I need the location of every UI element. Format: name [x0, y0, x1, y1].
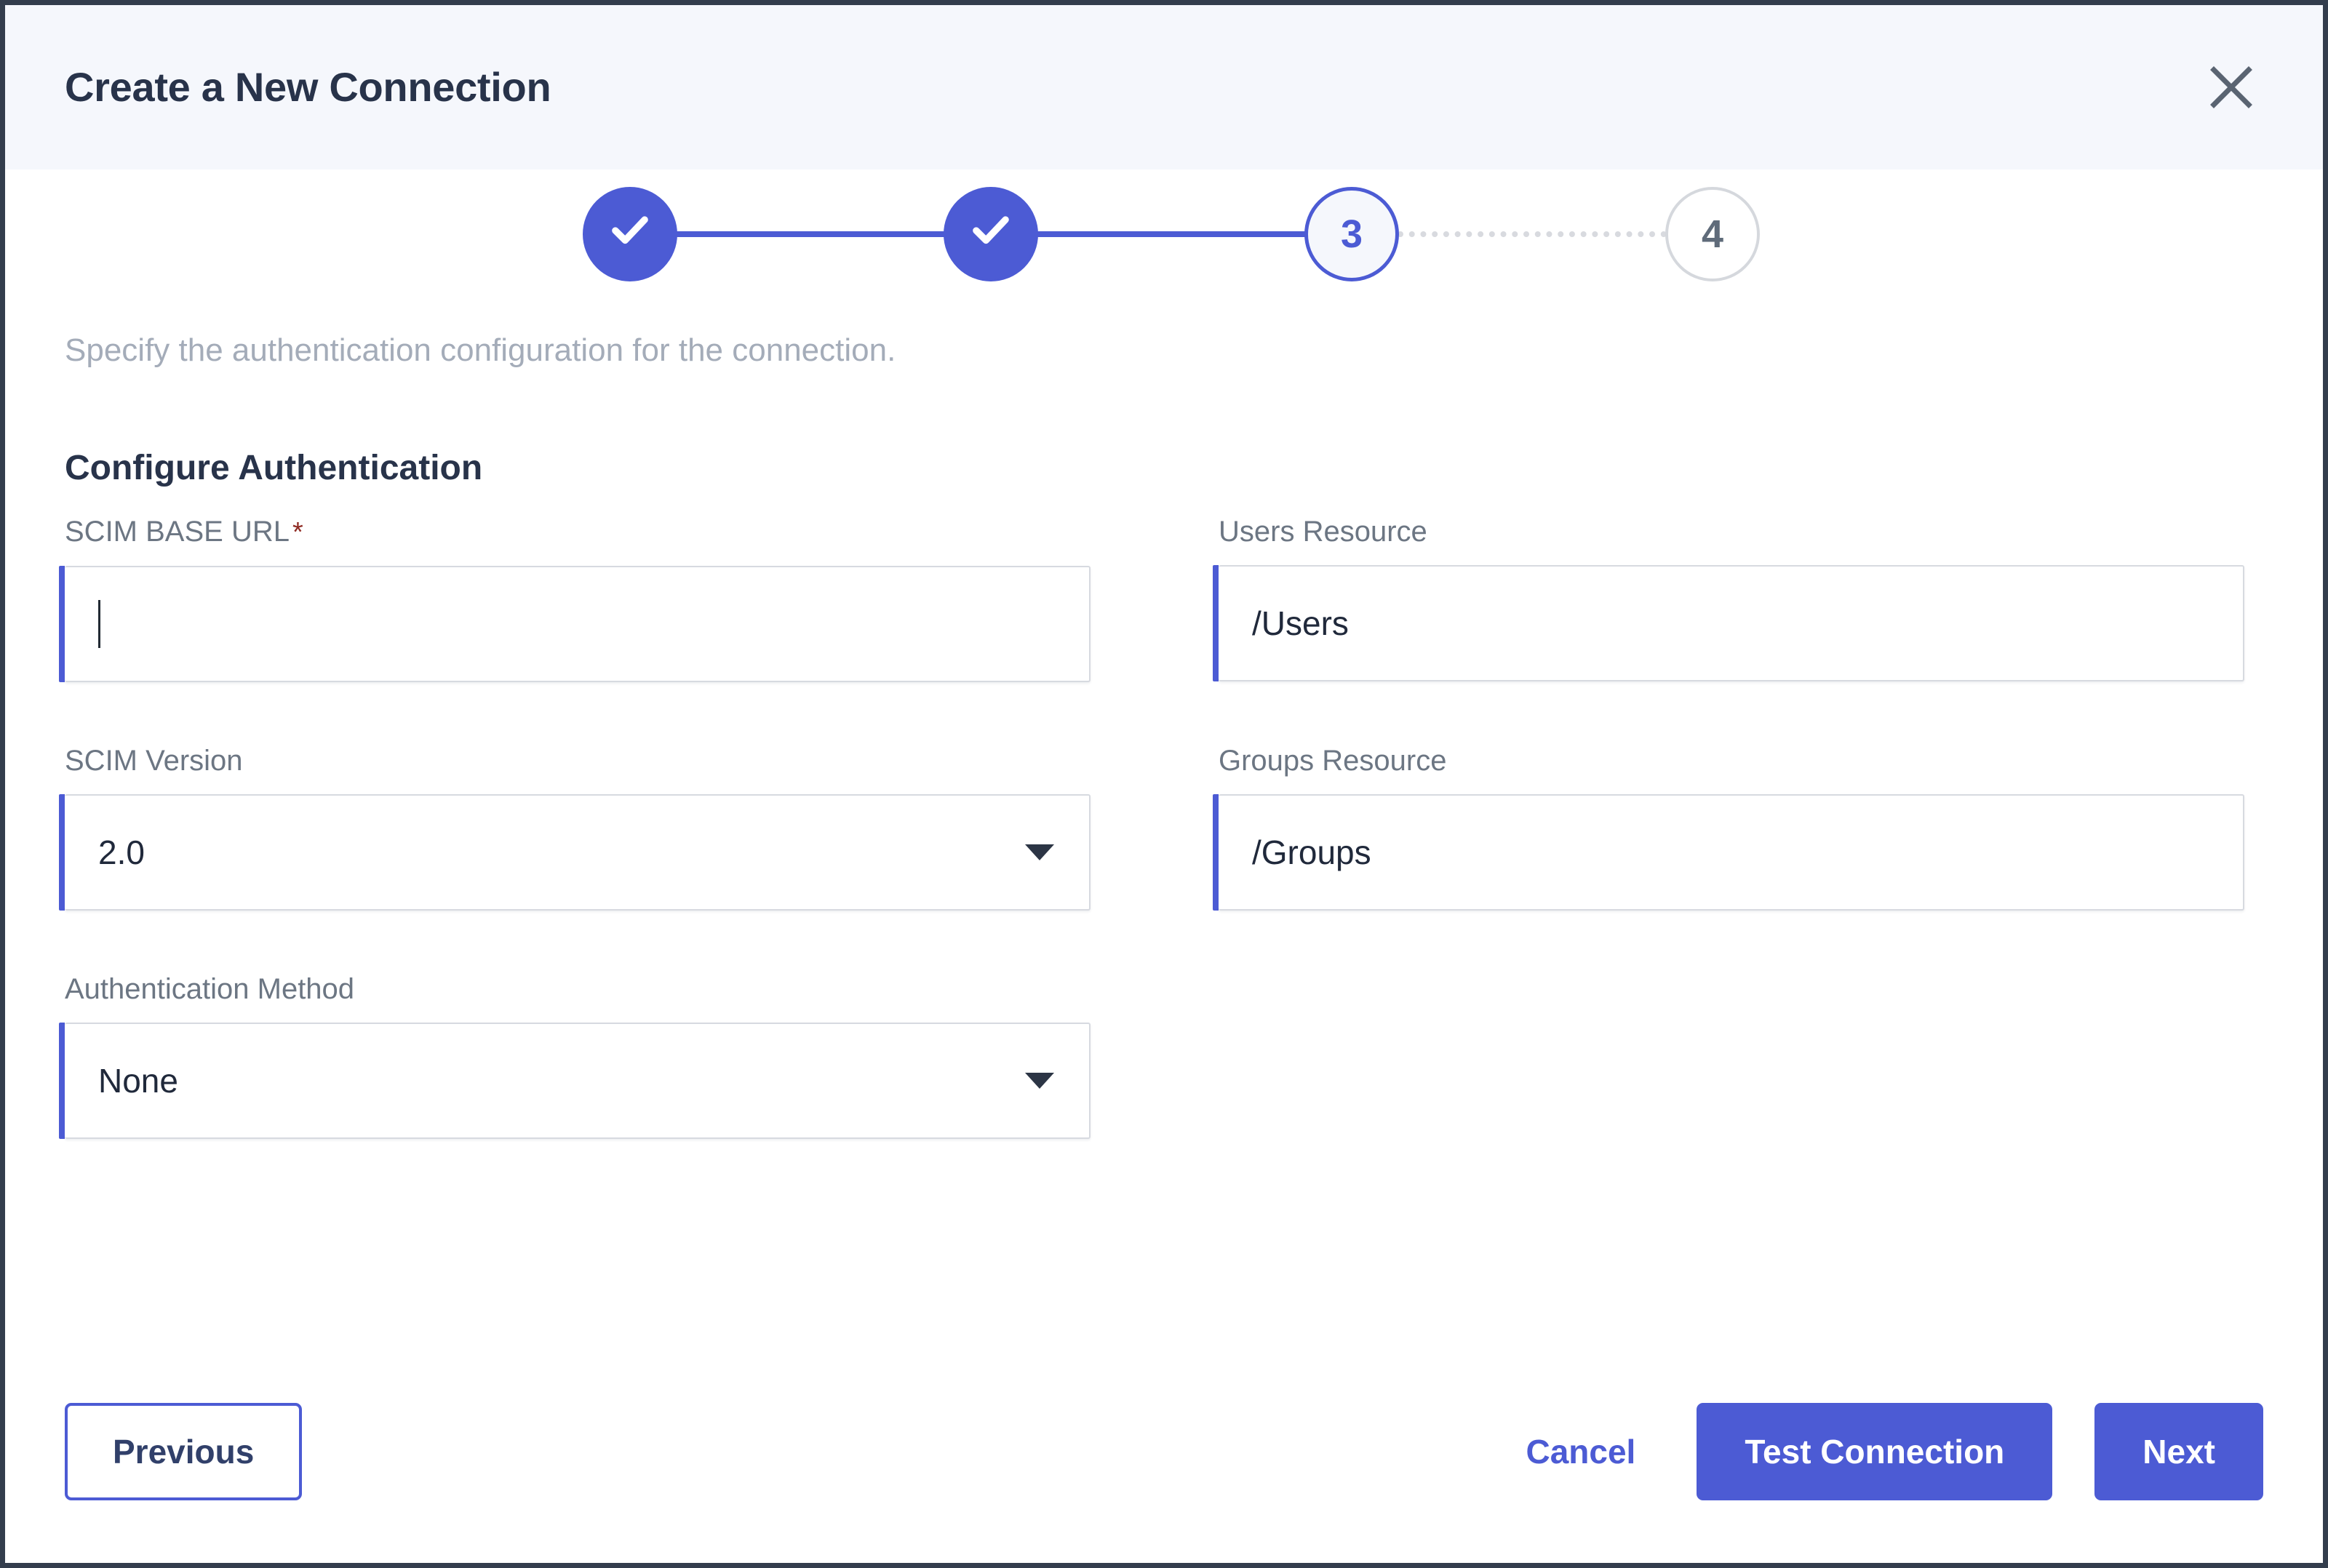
field-scim-base-url: SCIM BASE URL*	[65, 514, 1091, 682]
create-connection-modal: Create a New Connection	[0, 0, 2328, 1568]
step-2-completed[interactable]	[944, 187, 1038, 281]
authentication-form: SCIM BASE URL* Users Resource /Users SCI…	[65, 514, 2263, 1139]
field-authentication-method: Authentication Method None	[65, 972, 1091, 1139]
users-resource-label: Users Resource	[1219, 514, 2244, 549]
step-connector-1-2	[676, 231, 945, 237]
step-description: Specify the authentication configuration…	[65, 329, 2263, 371]
close-icon	[2208, 64, 2255, 111]
footer-actions: Cancel Test Connection Next	[1486, 1403, 2263, 1500]
groups-resource-input[interactable]: /Groups	[1219, 794, 2244, 911]
field-groups-resource: Groups Resource /Groups	[1219, 743, 2244, 911]
field-scim-version: SCIM Version 2.0	[65, 743, 1091, 911]
required-asterisk: *	[292, 517, 303, 548]
authentication-method-label: Authentication Method	[65, 972, 1091, 1007]
chevron-down-icon	[1025, 1073, 1054, 1089]
scim-version-select[interactable]: 2.0	[65, 794, 1091, 911]
close-button[interactable]	[2196, 52, 2266, 122]
form-row-spacer	[1219, 911, 2244, 972]
next-button[interactable]: Next	[2094, 1403, 2263, 1500]
modal-body: 3 4 Specify the authentication configura…	[5, 169, 2323, 1563]
step-connector-3-4	[1398, 231, 1667, 237]
step-4-upcoming[interactable]: 4	[1665, 187, 1760, 281]
wizard-stepper: 3 4	[65, 169, 2263, 299]
scim-version-value: 2.0	[98, 836, 145, 869]
scim-base-url-label-text: SCIM BASE URL	[65, 516, 290, 548]
previous-button[interactable]: Previous	[65, 1403, 302, 1500]
authentication-method-select[interactable]: None	[65, 1023, 1091, 1139]
form-empty-cell	[1219, 972, 2244, 1139]
scim-version-label: SCIM Version	[65, 743, 1091, 778]
users-resource-input[interactable]: /Users	[1219, 565, 2244, 681]
groups-resource-label: Groups Resource	[1219, 743, 2244, 778]
test-connection-button[interactable]: Test Connection	[1697, 1403, 2052, 1500]
form-row-spacer	[65, 911, 1091, 972]
modal-header: Create a New Connection	[5, 5, 2323, 169]
step-3-active[interactable]: 3	[1304, 187, 1399, 281]
groups-resource-value: /Groups	[1252, 836, 1371, 869]
check-icon	[968, 207, 1013, 262]
authentication-method-value: None	[98, 1064, 178, 1097]
chevron-down-icon	[1025, 844, 1054, 860]
section-heading: Configure Authentication	[65, 448, 2263, 488]
cancel-button[interactable]: Cancel	[1486, 1403, 1675, 1500]
form-row-spacer	[1219, 682, 2244, 743]
text-caret	[98, 600, 100, 648]
page-title: Create a New Connection	[65, 67, 551, 108]
check-icon	[607, 207, 653, 262]
scim-base-url-input[interactable]	[65, 566, 1091, 682]
step-1-completed[interactable]	[583, 187, 677, 281]
form-row-spacer	[65, 682, 1091, 743]
modal-footer: Previous Cancel Test Connection Next	[65, 1403, 2263, 1500]
field-users-resource: Users Resource /Users	[1219, 514, 2244, 682]
step-connector-2-3	[1037, 231, 1306, 237]
users-resource-value: /Users	[1252, 607, 1349, 640]
scim-base-url-label: SCIM BASE URL*	[65, 514, 1091, 550]
